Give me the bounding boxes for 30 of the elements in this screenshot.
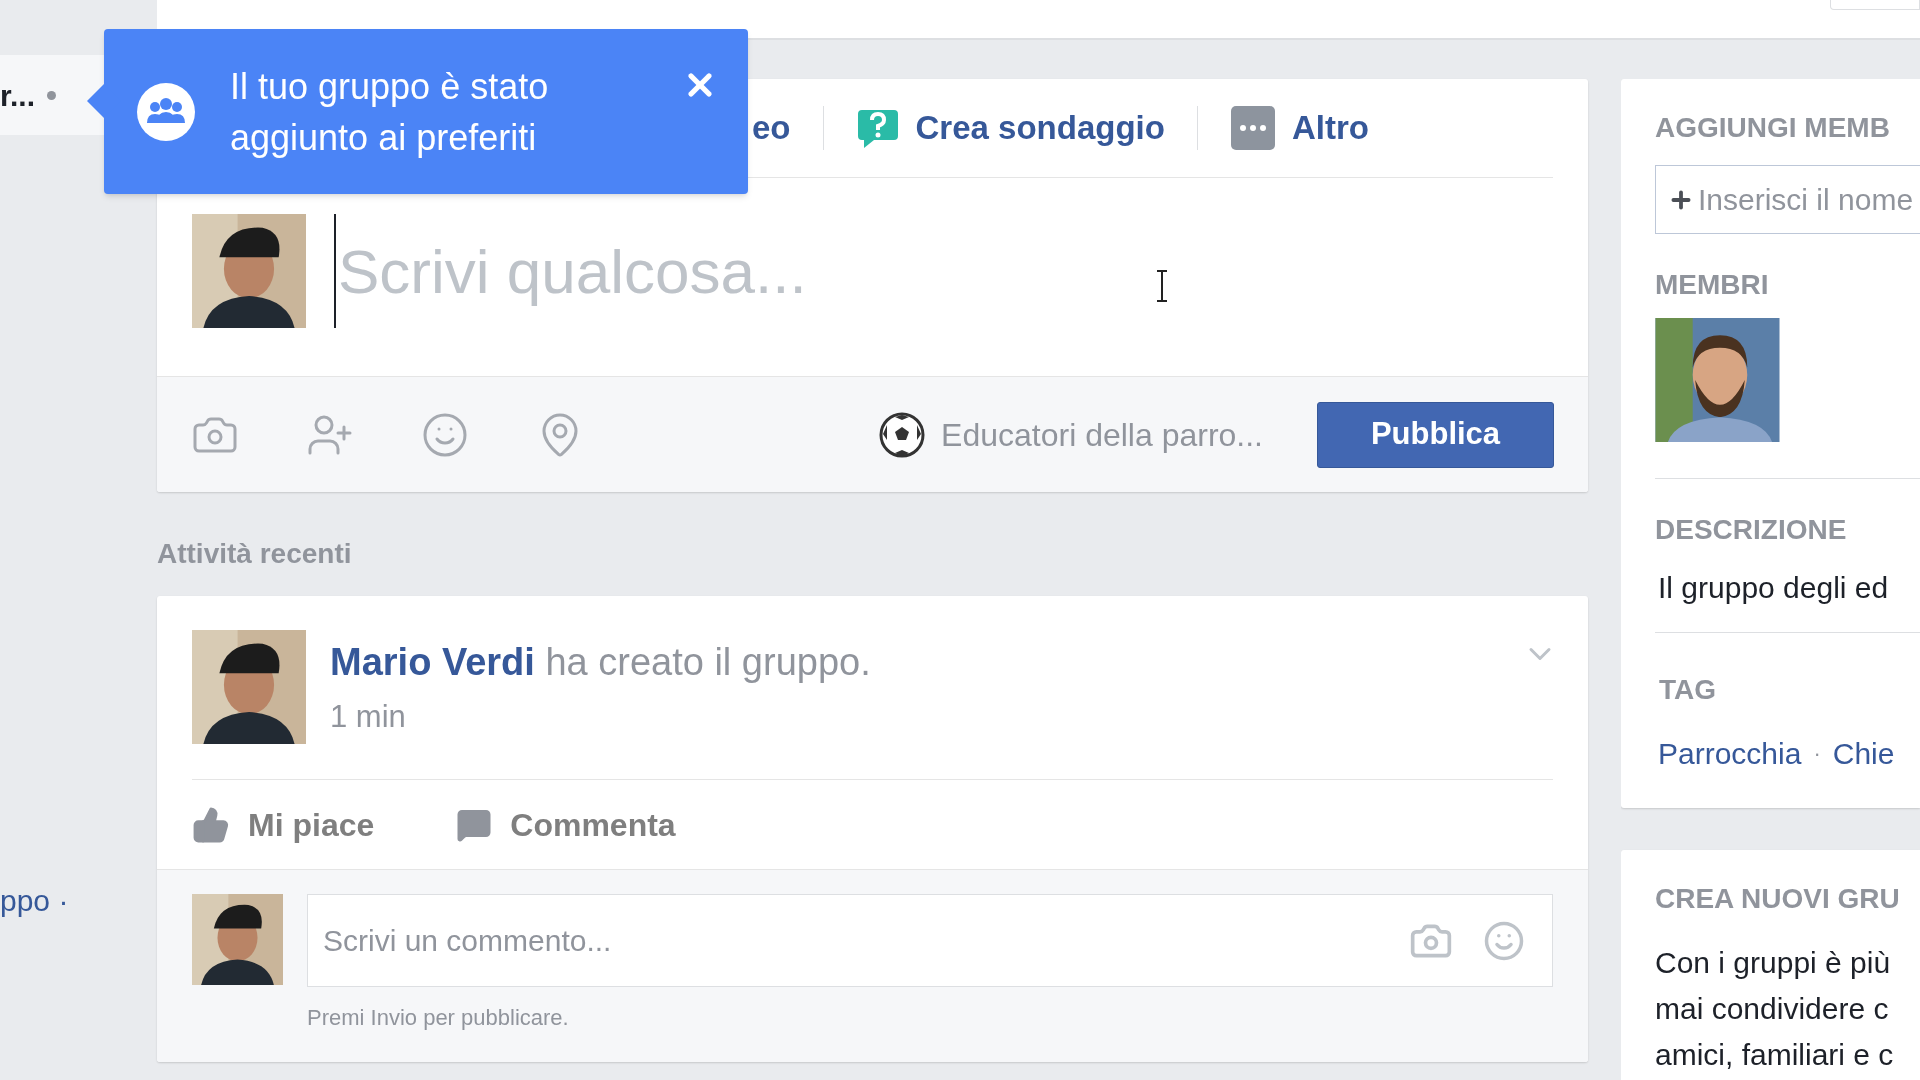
post-action[interactable]: Commenta (456, 800, 676, 849)
publish-button[interactable]: Pubblica (1317, 401, 1554, 468)
post-action[interactable]: Mi piace (192, 800, 375, 849)
toast-message: Il tuo gruppo è stato aggiunto ai preferiti (230, 64, 550, 160)
more-icon (1229, 105, 1276, 151)
group-icon (137, 82, 195, 141)
description-text: Il gruppo degli ed (1657, 570, 1890, 606)
separator: · (1813, 740, 1821, 768)
create-group-text: Con i gruppi è più mai condividere c amici, familiari e c (1655, 945, 1895, 1073)
soccer-ball-icon (879, 411, 926, 458)
composer-tab[interactable]: eo (752, 103, 791, 153)
nav-item[interactable]: ppo · (0, 880, 105, 920)
nav-item[interactable]: r... (0, 55, 105, 135)
post-headline: Mario Verdi ha creato il gruppo. (330, 640, 871, 685)
smiley-icon[interactable] (1483, 919, 1525, 962)
hint-text: Premi Invio per pubblicare. (307, 1004, 570, 1032)
composer-tab[interactable]: Crea sondaggio (855, 103, 1165, 153)
section-title: Attività recenti (157, 537, 353, 571)
section-heading: MEMBRI (1655, 268, 1770, 302)
author-link[interactable]: Mario Verdi (330, 641, 535, 683)
member-photo[interactable] (1655, 318, 1780, 442)
section-heading: AGGIUNGI MEMB (1655, 111, 1891, 145)
section-heading: CREA NUOVI GRU (1655, 882, 1901, 916)
section-heading: DESCRIZIONE (1655, 513, 1848, 547)
tag-link[interactable]: Chie (1832, 731, 1895, 776)
composer-tab[interactable]: Altro (1229, 103, 1369, 153)
tag-link[interactable]: Parrocchia (1658, 731, 1802, 776)
text-cursor-icon (1155, 270, 1169, 302)
thumbs-up-icon (192, 805, 230, 844)
section-heading: TAG (1658, 673, 1718, 707)
